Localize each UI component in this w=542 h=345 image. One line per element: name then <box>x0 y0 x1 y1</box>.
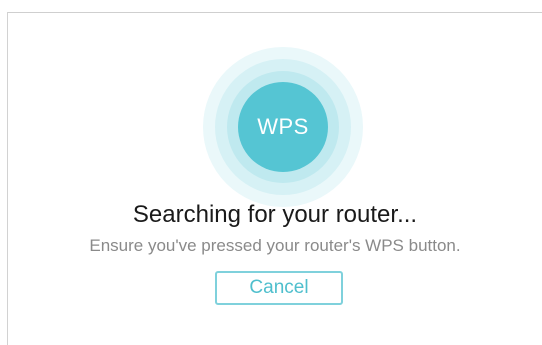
cancel-button[interactable]: Cancel <box>215 271 343 305</box>
wps-pulse-icon: WPS <box>203 47 363 207</box>
dialog-title: Searching for your router... <box>132 201 418 228</box>
dialog-subtitle: Ensure you've pressed your router's WPS … <box>89 236 461 255</box>
wps-window: WPS Searching for your router... Ensure … <box>0 0 542 345</box>
cancel-button-label: Cancel <box>249 277 309 298</box>
wps-badge: WPS <box>238 82 328 172</box>
wps-badge-label: WPS <box>257 114 309 139</box>
wps-search-dialog: WPS Searching for your router... Ensure … <box>8 13 542 345</box>
